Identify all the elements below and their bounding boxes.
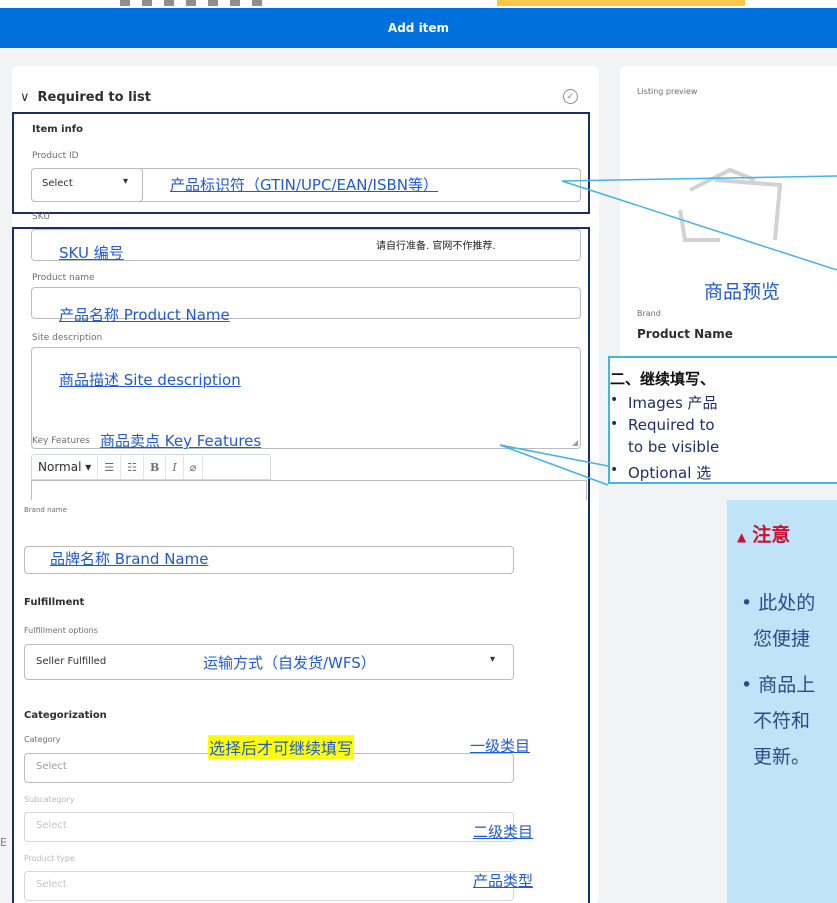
callout-bullet: Required to: [628, 416, 715, 434]
attention-line: 不符和: [753, 710, 811, 732]
attention-line: 您便捷: [753, 628, 811, 650]
attention-line: • 此处的: [741, 592, 816, 614]
callout-bullet: Images 产品: [628, 394, 718, 412]
attention-line: 更新。: [753, 746, 811, 768]
attention-title: ▲ 注意: [737, 520, 790, 547]
callout-bullet: Optional 选: [628, 464, 712, 482]
bullet-dot: •: [610, 462, 619, 478]
callout-heading: 二、继续填写、: [610, 370, 716, 388]
callout-bullet: to be visible: [628, 438, 720, 456]
attention-title-text: 注意: [752, 524, 791, 546]
bullet-dot: •: [610, 416, 619, 432]
instruction-callout: 二、继续填写、 • Images 产品 • Required to to be …: [608, 356, 837, 484]
warning-triangle-icon: ▲: [737, 530, 747, 544]
bullet-dot: •: [610, 392, 619, 408]
attention-panel: ▲ 注意 • 此处的 您便捷 • 商品上 不符和 更新。: [727, 500, 837, 903]
attention-line: • 商品上: [741, 674, 816, 696]
